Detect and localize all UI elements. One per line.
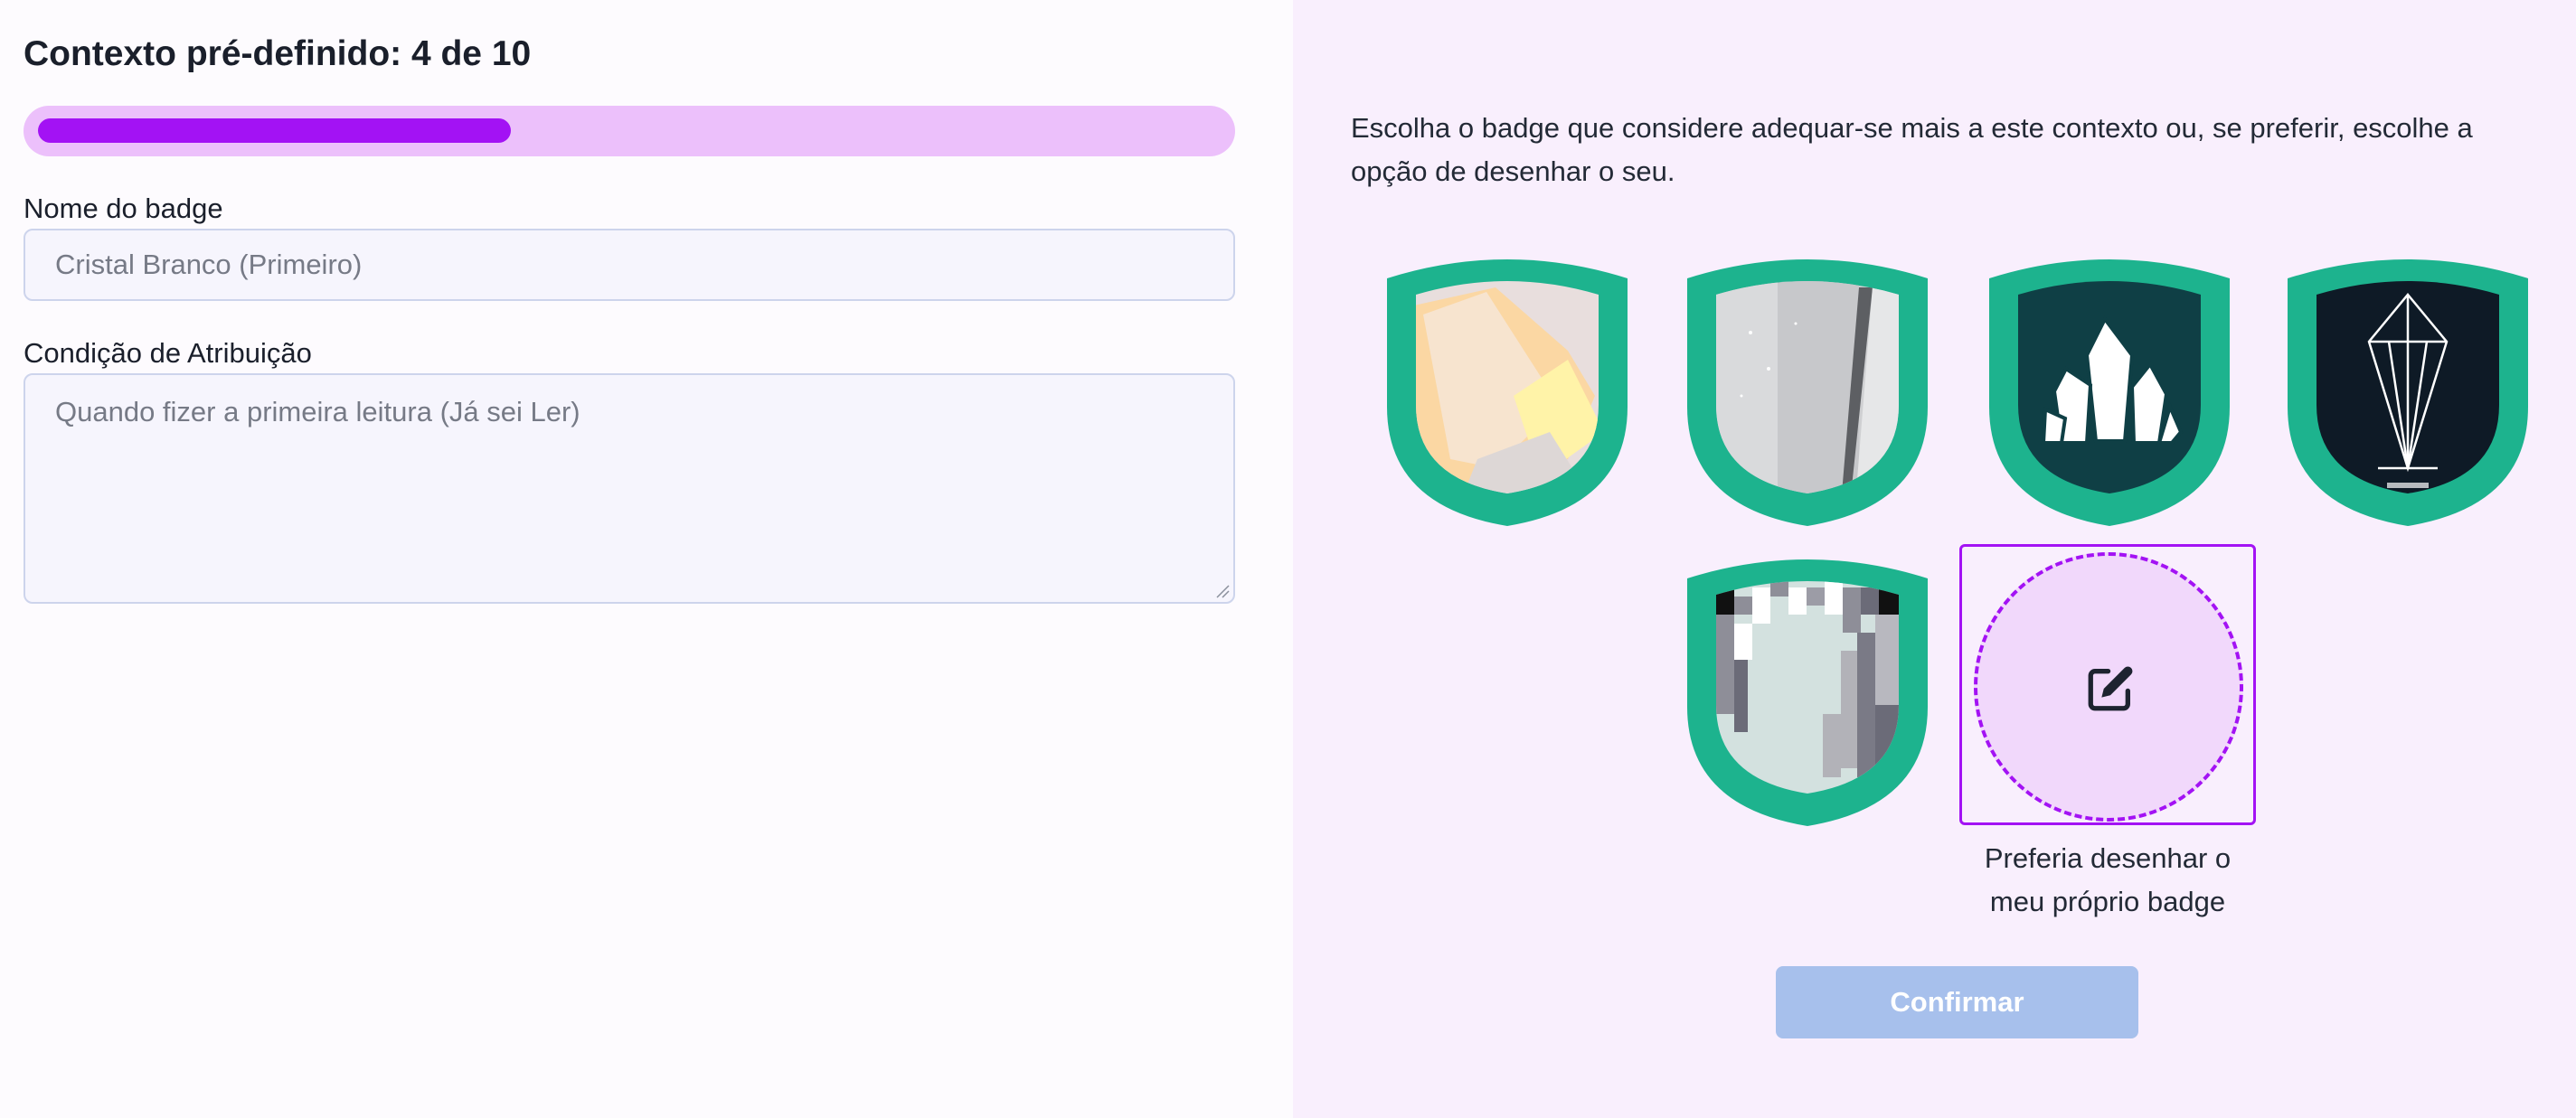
condition-textarea[interactable]: Quando fizer a primeira leitura (Já sei … bbox=[24, 373, 1235, 604]
badge-line-crystal[interactable] bbox=[2288, 251, 2528, 526]
draw-own-badge-caption-line2: meu próprio badge bbox=[1989, 886, 2226, 917]
badge-white-crystal-cluster[interactable] bbox=[1989, 251, 2230, 526]
yellow-crystal-image bbox=[1387, 259, 1628, 526]
pixel-crystal-image bbox=[1687, 559, 1928, 826]
condition-placeholder: Quando fizer a primeira leitura (Já sei … bbox=[55, 396, 580, 427]
progress-bar bbox=[24, 106, 1235, 156]
confirm-button[interactable]: Confirmar bbox=[1776, 966, 2138, 1038]
condition-label: Condição de Atribuição bbox=[24, 337, 312, 369]
badge-pixel-crystal[interactable] bbox=[1687, 551, 1928, 826]
edit-icon bbox=[2088, 666, 2133, 711]
grey-crystal-image bbox=[1687, 259, 1928, 526]
badge-name-input[interactable]: Cristal Branco (Primeiro) bbox=[24, 229, 1235, 301]
draw-own-badge-option[interactable] bbox=[1959, 544, 2256, 825]
draw-own-badge-caption: Preferia desenhar o meu próprio badge bbox=[1959, 837, 2256, 924]
line-crystal-image bbox=[2288, 259, 2528, 526]
badge-yellow-crystal[interactable] bbox=[1387, 251, 1628, 526]
progress-bar-fill bbox=[38, 118, 511, 143]
badge-grey-crystal[interactable] bbox=[1687, 251, 1928, 526]
selection-intro: Escolha o badge que considere adequar-se… bbox=[1351, 112, 2473, 187]
draw-own-badge-circle bbox=[1974, 552, 2243, 822]
form-panel: Contexto pré-definido: 4 de 10 Nome do b… bbox=[0, 0, 1293, 1118]
badge-name-label: Nome do badge bbox=[24, 193, 223, 224]
draw-own-badge-caption-line1: Preferia desenhar o bbox=[1984, 842, 2232, 874]
crystal-cluster-image bbox=[1989, 259, 2230, 526]
resize-handle-icon[interactable] bbox=[1215, 584, 1230, 598]
page-title: Contexto pré-definido: 4 de 10 bbox=[24, 34, 532, 73]
